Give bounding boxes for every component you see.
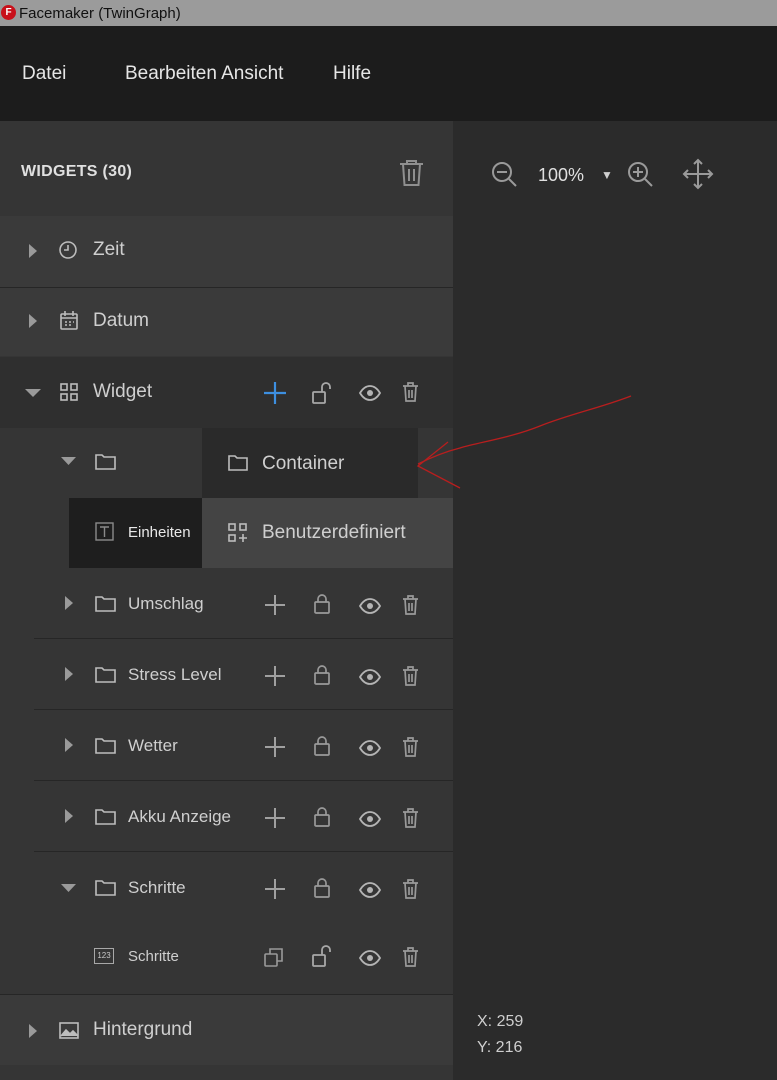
- folder-icon: [95, 737, 116, 754]
- stress-level-label: Stress Level: [128, 665, 222, 684]
- duplicate-icon[interactable]: [264, 948, 283, 967]
- add-icon[interactable]: [264, 807, 286, 829]
- add-icon[interactable]: [264, 594, 286, 616]
- schritte-folder-label: Schritte: [128, 878, 186, 897]
- move-icon[interactable]: [682, 158, 714, 190]
- window-title: Facemaker (TwinGraph): [19, 5, 181, 22]
- einheiten-label: Einheiten: [128, 524, 191, 541]
- akku-anzeige-label: Akku Anzeige: [128, 807, 232, 826]
- custom-option-label: Benutzerdefiniert: [262, 522, 406, 543]
- dropdown-option-custom[interactable]: Benutzerdefiniert: [202, 498, 453, 568]
- schritte-value-label: Schritte: [128, 948, 179, 965]
- folder-icon: [228, 454, 248, 471]
- canvas-area: 100% ▼ X: 259 Y: 216: [453, 121, 777, 1080]
- dropdown-option-container[interactable]: Container: [202, 428, 418, 498]
- app-icon: F: [1, 5, 16, 20]
- eye-icon[interactable]: [359, 598, 381, 614]
- calendar-icon: [59, 310, 79, 331]
- eye-icon[interactable]: [359, 740, 381, 756]
- coordinate-y: Y: 216: [477, 1039, 523, 1056]
- folder-icon: [95, 879, 116, 896]
- text-icon: [95, 522, 114, 541]
- eye-icon[interactable]: [359, 669, 381, 685]
- menu-edit-view[interactable]: Bearbeiten Ansicht: [125, 63, 283, 85]
- expand-arrow-icon[interactable]: [64, 596, 74, 610]
- delete-icon[interactable]: [402, 737, 419, 757]
- trash-icon[interactable]: [398, 159, 425, 187]
- eye-icon[interactable]: [359, 950, 381, 966]
- grid-icon: [60, 383, 78, 401]
- lock-icon[interactable]: [314, 807, 330, 827]
- zoom-dropdown-caret[interactable]: ▼: [601, 168, 613, 182]
- folder-icon: [95, 666, 116, 683]
- widget-label: Widget: [93, 381, 153, 402]
- widget-row-datum[interactable]: Datum: [0, 288, 453, 356]
- clock-icon: [58, 240, 78, 260]
- hintergrund-label: Hintergrund: [93, 1019, 193, 1040]
- zoom-out-icon[interactable]: [490, 160, 518, 188]
- image-icon: [59, 1022, 79, 1039]
- delete-icon[interactable]: [402, 808, 419, 828]
- add-icon[interactable]: [264, 665, 286, 687]
- delete-icon[interactable]: [402, 879, 419, 899]
- unlock-icon[interactable]: [311, 944, 333, 968]
- menu-file[interactable]: Datei: [22, 63, 66, 85]
- delete-icon[interactable]: [402, 947, 419, 967]
- folder-icon: [95, 808, 116, 825]
- widget-row-schritte-value[interactable]: 123 Schritte: [0, 922, 453, 994]
- widget-row-stress-level[interactable]: Stress Level: [0, 639, 453, 709]
- eye-icon[interactable]: [359, 882, 381, 898]
- delete-icon[interactable]: [402, 666, 419, 686]
- expand-arrow-icon[interactable]: [64, 738, 74, 752]
- title-bar: F Facemaker (TwinGraph): [0, 0, 777, 26]
- einheiten-row[interactable]: Einheiten: [69, 498, 202, 568]
- zoom-in-icon[interactable]: [626, 160, 654, 188]
- add-icon[interactable]: [264, 736, 286, 758]
- zoom-level[interactable]: 100%: [538, 165, 584, 186]
- eye-icon[interactable]: [359, 385, 381, 401]
- eye-icon[interactable]: [359, 811, 381, 827]
- unlock-icon[interactable]: [311, 381, 333, 405]
- expand-arrow-icon[interactable]: [64, 667, 74, 681]
- lock-icon[interactable]: [314, 878, 330, 898]
- add-icon[interactable]: [263, 381, 287, 405]
- widgets-panel: WIDGETS (30) Zeit Datum Widget Einheiten…: [0, 121, 453, 1080]
- collapse-arrow-icon[interactable]: [61, 883, 76, 893]
- datum-label: Datum: [93, 310, 149, 331]
- lock-icon[interactable]: [314, 594, 330, 614]
- number-icon: 123: [94, 948, 114, 964]
- widget-row-umschlag[interactable]: Umschlag: [0, 568, 453, 638]
- delete-icon[interactable]: [402, 595, 419, 615]
- widget-row-wetter[interactable]: Wetter: [0, 710, 453, 780]
- lock-icon[interactable]: [314, 665, 330, 685]
- add-icon[interactable]: [264, 878, 286, 900]
- widget-row-widget[interactable]: Widget: [0, 357, 453, 428]
- annotation-arrow-icon: [416, 395, 632, 489]
- coordinate-x: X: 259: [477, 1013, 524, 1030]
- expand-arrow-icon[interactable]: [64, 809, 74, 823]
- add-grid-icon: [228, 523, 248, 543]
- folder-icon: [95, 595, 116, 612]
- widget-row-schritte-folder[interactable]: Schritte: [0, 852, 453, 922]
- wetter-label: Wetter: [128, 736, 178, 755]
- expand-arrow-icon[interactable]: [28, 244, 38, 258]
- collapse-arrow-icon[interactable]: [25, 388, 41, 398]
- widget-row-zeit[interactable]: Zeit: [0, 216, 453, 287]
- widgets-header: WIDGETS (30): [0, 121, 453, 216]
- zeit-label: Zeit: [93, 239, 125, 260]
- lock-icon[interactable]: [314, 736, 330, 756]
- widget-row-hintergrund[interactable]: Hintergrund: [0, 995, 453, 1065]
- umschlag-label: Umschlag: [128, 594, 204, 613]
- expand-arrow-icon[interactable]: [28, 314, 38, 328]
- menu-bar: Datei Bearbeiten Ansicht Hilfe: [0, 26, 777, 121]
- container-option-label: Container: [262, 453, 345, 474]
- widgets-count-title: WIDGETS (30): [21, 163, 133, 180]
- expand-arrow-icon[interactable]: [28, 1024, 38, 1038]
- widget-row-akku-anzeige[interactable]: Akku Anzeige: [0, 781, 453, 851]
- collapse-arrow-icon[interactable]: [61, 456, 76, 466]
- menu-help[interactable]: Hilfe: [333, 63, 371, 85]
- folder-icon: [95, 453, 116, 470]
